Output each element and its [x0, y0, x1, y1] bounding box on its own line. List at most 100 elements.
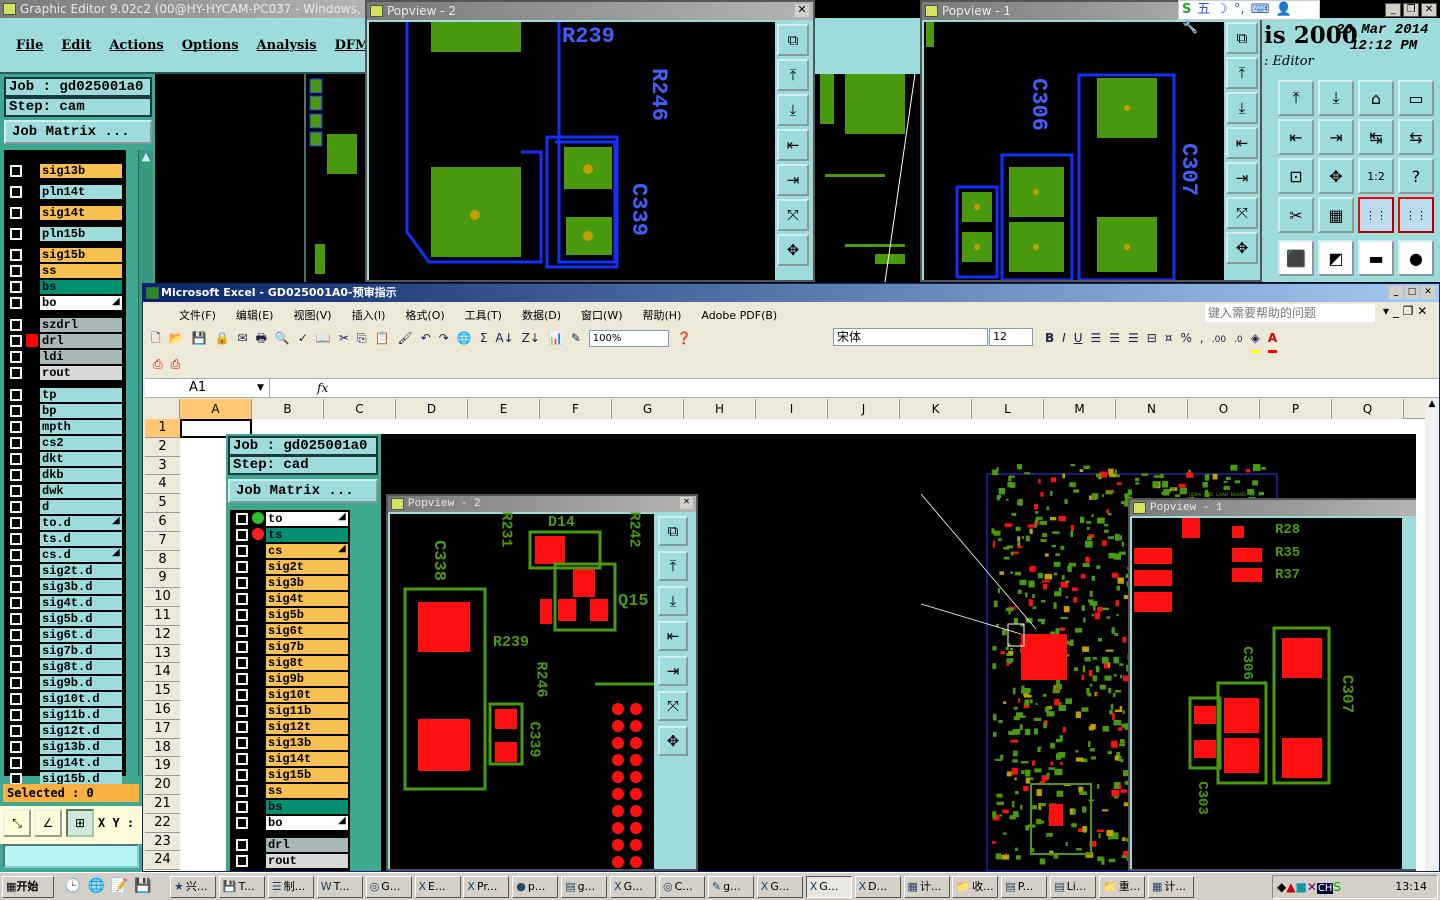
layer-name[interactable]: sig14t: [40, 205, 122, 220]
cut-icon[interactable]: ✂: [339, 326, 349, 350]
font-select[interactable]: 宋体: [833, 328, 988, 346]
layer-row-sig5b[interactable]: sig5b: [230, 607, 352, 622]
layer-row-cs-d[interactable]: cs.d ◢: [4, 547, 126, 562]
layer-name[interactable]: cs2: [40, 435, 122, 450]
layer-row-sig3b[interactable]: sig3b: [230, 575, 352, 590]
layer-toggle-icon[interactable]: ⋮⋮: [1398, 197, 1434, 233]
layer-checkbox[interactable]: [10, 596, 22, 609]
taskbar-button[interactable]: ▤ Li...: [1050, 876, 1097, 898]
language-indicator[interactable]: CH: [1316, 883, 1334, 894]
layer-checkbox[interactable]: [10, 468, 22, 481]
taskbar-button[interactable]: X G...: [610, 876, 657, 898]
font-color-icon[interactable]: A: [1267, 326, 1278, 353]
fit-icon[interactable]: ⊡: [1278, 158, 1314, 194]
row-header[interactable]: 15: [145, 682, 180, 701]
view-up-icon[interactable]: ⤒: [1226, 57, 1258, 89]
ime-icon[interactable]: °,: [1234, 2, 1245, 17]
excel-menu-item[interactable]: Adobe PDF(B): [701, 309, 777, 322]
copy-view-icon[interactable]: ⧉: [777, 24, 809, 56]
row-header[interactable]: 2: [145, 437, 180, 457]
column-header-P[interactable]: P: [1260, 399, 1332, 419]
layer-row-sig12t-d[interactable]: sig12t.d: [4, 723, 126, 738]
menu-edit[interactable]: Edit: [61, 38, 91, 53]
row-header[interactable]: 20: [145, 776, 180, 795]
layer-name[interactable]: sig10t.d: [40, 691, 122, 706]
layer-checkbox[interactable]: [236, 544, 248, 557]
layer-checkbox[interactable]: [10, 366, 22, 379]
angle-measure-icon[interactable]: ∠: [34, 809, 62, 837]
name-box-dropdown-icon[interactable]: ▼: [257, 379, 264, 397]
taskbar-button[interactable]: ★ 兴...: [170, 876, 216, 898]
grid-icon[interactable]: ⊞: [66, 809, 94, 837]
view-left-icon[interactable]: ⇤: [1226, 127, 1258, 159]
view-left-icon[interactable]: ⇤: [658, 621, 688, 651]
flip-icon[interactable]: ⇆: [1398, 119, 1434, 155]
row-header[interactable]: 10: [145, 588, 180, 607]
layer-row-sig11b[interactable]: sig11b: [230, 703, 352, 718]
taskbar-button[interactable]: ▤ g...: [561, 876, 608, 898]
home-down-icon[interactable]: ⤓: [1318, 80, 1354, 116]
row-header[interactable]: 23: [145, 832, 180, 852]
layer-checkbox[interactable]: [236, 736, 248, 749]
color-icon[interactable]: ◩: [1318, 240, 1354, 276]
row-header[interactable]: 13: [145, 644, 180, 664]
view-down-icon[interactable]: ⤓: [1226, 92, 1258, 124]
layer-row-sig8t-d[interactable]: sig8t.d: [4, 659, 126, 674]
move-left-icon[interactable]: ⇤: [1278, 119, 1314, 155]
layer-name[interactable]: sig15b: [40, 247, 122, 262]
layer-name[interactable]: sig14t.d: [40, 755, 122, 770]
zoom-out-icon[interactable]: ⤧: [658, 691, 688, 721]
frame-icon[interactable]: ▭: [1398, 80, 1434, 116]
layer-checkbox[interactable]: [236, 784, 248, 797]
worksheet-grid[interactable]: ABCDEFGHIJKLMNOPQ 1 2 3 4 5 6 7 8 9 10 11 12 13 14 15 1…: [145, 399, 1439, 871]
minimize-button[interactable]: _: [1385, 3, 1401, 17]
row-header[interactable]: 8: [145, 550, 180, 570]
layer-name[interactable]: sig7b: [266, 639, 348, 654]
column-header-E[interactable]: E: [468, 399, 540, 419]
layer-name[interactable]: bs: [266, 799, 348, 814]
print-icon[interactable]: 🖶: [256, 326, 267, 350]
layer-name[interactable]: sig14t: [266, 751, 348, 766]
layer-row-sig15b[interactable]: sig15b: [230, 767, 352, 782]
layer-name[interactable]: sig13b.d: [40, 739, 122, 754]
close-button[interactable]: ✕: [1421, 286, 1435, 299]
layer-row-sig13b[interactable]: sig13b: [230, 735, 352, 750]
ime-icon[interactable]: 👤: [1275, 2, 1291, 17]
ruler-icon[interactable]: ▬: [1358, 240, 1394, 276]
layer-row-bs[interactable]: bs: [230, 799, 352, 814]
column-header-I[interactable]: I: [756, 399, 828, 419]
close-button[interactable]: ✕: [1421, 3, 1437, 17]
percent-icon[interactable]: %: [1181, 326, 1192, 350]
notepad-icon[interactable]: 📝: [111, 878, 134, 894]
column-header-H[interactable]: H: [684, 399, 756, 419]
layer-name[interactable]: sig8t.d: [40, 659, 122, 674]
layer-row-drl[interactable]: drl: [4, 333, 126, 348]
layer-checkbox[interactable]: [10, 708, 22, 721]
layer-name[interactable]: dkt: [40, 451, 122, 466]
snip-icon[interactable]: ✂: [1278, 197, 1314, 233]
layer-row-sig9b-d[interactable]: sig9b.d: [4, 675, 126, 690]
layer-name[interactable]: ldi: [40, 349, 122, 364]
taskbar-button[interactable]: ▦ 计...: [903, 876, 950, 898]
layer-name[interactable]: sig11b: [266, 703, 348, 718]
layer-row-drl[interactable]: drl: [230, 837, 352, 852]
help-search-input[interactable]: 键入需要帮助的问题: [1205, 304, 1375, 322]
spelling-icon[interactable]: ✓: [298, 326, 308, 350]
layer-name[interactable]: tp: [40, 387, 122, 402]
layer-name[interactable]: sig4t: [266, 591, 348, 606]
excel-menu-item[interactable]: 窗口(W): [581, 309, 622, 322]
layer-name[interactable]: sig9b.d: [40, 675, 122, 690]
layer-row-bp[interactable]: bp: [4, 403, 126, 418]
center-icon[interactable]: ✥: [1318, 158, 1354, 194]
zoom-fit-icon[interactable]: ⤡: [3, 809, 31, 837]
excel-menu-item[interactable]: 格式(O): [405, 309, 444, 322]
font-size-select[interactable]: 12: [989, 328, 1033, 346]
layer-name[interactable]: sig12t.d: [40, 723, 122, 738]
column-header-F[interactable]: F: [540, 399, 612, 419]
layer-checkbox[interactable]: [10, 564, 22, 577]
scroll-up-icon[interactable]: ▲: [139, 150, 153, 163]
excel-menu-item[interactable]: 工具(T): [465, 309, 502, 322]
layer-row-bo[interactable]: bo ◢: [4, 296, 126, 311]
column-header-K[interactable]: K: [900, 399, 972, 419]
underline-icon[interactable]: U: [1074, 326, 1083, 350]
